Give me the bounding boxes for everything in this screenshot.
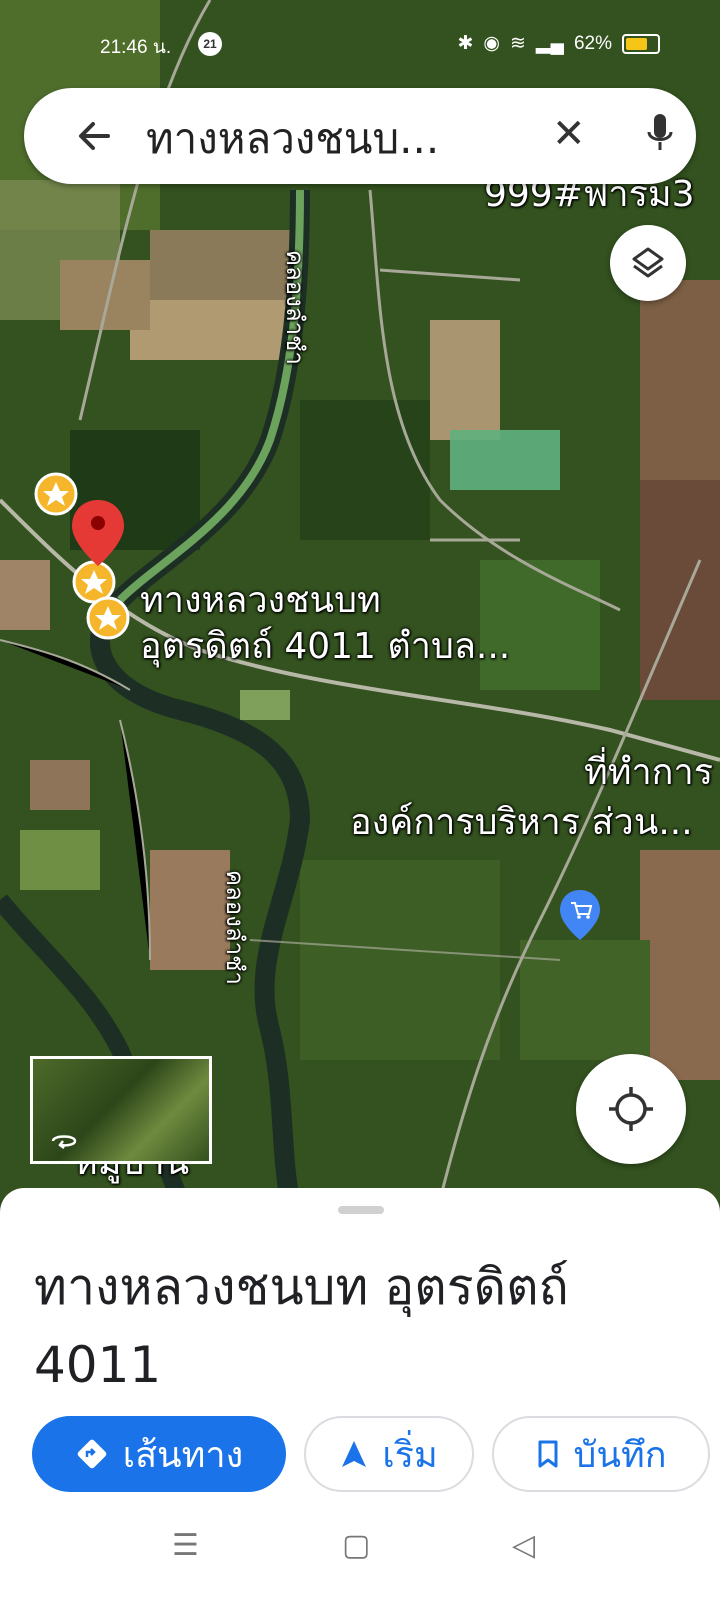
bluetooth-icon: ✱ xyxy=(457,33,474,54)
map-label-office-line2[interactable]: องค์การบริหาร ส่วน... xyxy=(350,800,693,846)
home-icon[interactable]: ▢ xyxy=(342,1528,370,1563)
bookmark-icon xyxy=(538,1440,557,1468)
map-label-office-line1[interactable]: ที่ทำการ xyxy=(584,750,713,796)
map-label-canal-bottom: คลองลำชำ xyxy=(221,870,249,985)
map-label-canal: คลองลำชำ xyxy=(281,250,309,365)
navigation-arrow-icon xyxy=(342,1441,367,1467)
map-label-road-line1[interactable]: ทางหลวงชนบท xyxy=(140,578,381,624)
save-button[interactable]: บันทึก xyxy=(492,1416,710,1492)
search-query[interactable]: ทางหลวงชนบ... xyxy=(146,106,439,172)
signal-icon: ▂▄ xyxy=(535,33,564,54)
location-icon: ◉ xyxy=(483,33,500,54)
notification-badge: 21 xyxy=(198,32,222,56)
system-navigation-bar: ☰ ▢ ◁ xyxy=(0,1498,720,1600)
directions-label: เส้นทาง xyxy=(122,1434,244,1476)
start-label: เริ่ม xyxy=(382,1434,438,1476)
status-time: 21:46 น. xyxy=(100,37,172,58)
status-bar: 21:46 น. 21 ✱ ◉ ≋ ▂▄ 62% xyxy=(0,28,720,64)
layers-button[interactable] xyxy=(610,225,686,301)
close-icon[interactable]: ✕ xyxy=(552,114,586,154)
my-location-button[interactable] xyxy=(576,1054,686,1164)
place-title: ทางหลวงชนบท อุตรดิตถ์ 4011 xyxy=(34,1258,569,1394)
rotate-360-icon xyxy=(51,1135,77,1149)
start-navigation-button[interactable]: เริ่ม xyxy=(304,1416,474,1492)
street-view-thumbnail[interactable] xyxy=(30,1056,212,1164)
star-marker-icon[interactable] xyxy=(34,472,78,516)
layers-icon xyxy=(632,247,664,278)
directions-button[interactable]: เส้นทาง xyxy=(32,1416,286,1492)
star-marker-icon[interactable] xyxy=(86,596,130,640)
menu-icon[interactable]: ☰ xyxy=(172,1528,199,1563)
crosshair-icon xyxy=(609,1087,653,1131)
star-marker-icon[interactable] xyxy=(72,560,116,604)
mic-icon[interactable] xyxy=(646,112,674,158)
drag-handle[interactable] xyxy=(338,1206,384,1214)
battery-icon xyxy=(622,33,660,54)
save-label: บันทึก xyxy=(573,1434,667,1476)
battery-percent: 62% xyxy=(573,32,612,54)
shopping-cart-marker-icon[interactable] xyxy=(560,890,600,940)
location-pin-icon[interactable] xyxy=(72,500,124,566)
arrow-back-icon[interactable] xyxy=(74,116,114,156)
directions-icon xyxy=(77,1439,107,1469)
back-icon[interactable]: ◁ xyxy=(512,1528,535,1563)
wifi-icon: ≋ xyxy=(509,33,526,54)
search-bar[interactable]: ทางหลวงชนบ... ✕ xyxy=(24,88,696,184)
map-label-road-line2[interactable]: อุตรดิตถ์ 4011 ตำบล... xyxy=(140,624,510,670)
